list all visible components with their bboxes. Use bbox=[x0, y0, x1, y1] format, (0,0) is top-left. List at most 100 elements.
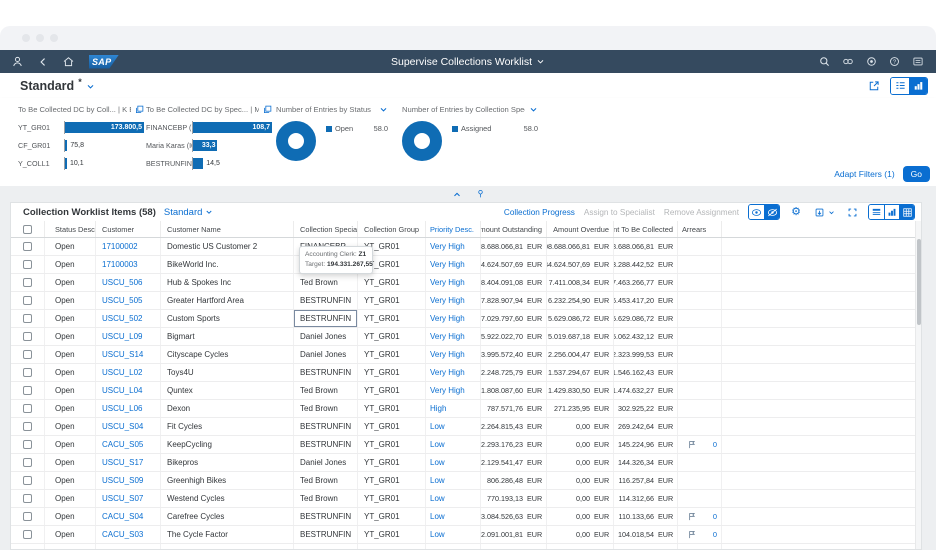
home-icon[interactable] bbox=[63, 56, 74, 67]
customer-link[interactable]: USCU_L02 bbox=[102, 368, 142, 377]
column-header[interactable]: Amount Outstanding bbox=[481, 221, 547, 237]
assign-to-specialist-button[interactable]: Assign to Specialist bbox=[584, 208, 655, 217]
grid-view-button[interactable] bbox=[899, 205, 914, 219]
variant-selector[interactable]: Standard* bbox=[20, 79, 95, 93]
fullscreen-icon[interactable] bbox=[845, 206, 859, 219]
help-icon[interactable]: ? bbox=[889, 56, 900, 67]
row-checkbox[interactable] bbox=[23, 512, 32, 521]
show-details-button[interactable] bbox=[749, 205, 764, 219]
table-rows-view-button[interactable] bbox=[869, 205, 884, 219]
back-icon[interactable] bbox=[38, 57, 48, 67]
customer-link[interactable]: USCU_S07 bbox=[102, 494, 143, 503]
bar-segment[interactable]: 108,7 bbox=[193, 122, 272, 133]
flag-icon[interactable] bbox=[688, 440, 696, 449]
export-icon[interactable] bbox=[812, 206, 826, 219]
row-checkbox[interactable] bbox=[23, 350, 32, 359]
list-view-button[interactable] bbox=[891, 78, 909, 94]
window-controls[interactable] bbox=[22, 34, 58, 42]
row-checkbox[interactable] bbox=[23, 494, 32, 503]
bar-segment[interactable] bbox=[65, 158, 67, 169]
row-checkbox[interactable] bbox=[23, 260, 32, 269]
donut-ring[interactable] bbox=[276, 121, 316, 161]
column-header[interactable]: Priority Desc. bbox=[426, 221, 481, 237]
customer-link[interactable]: USCU_506 bbox=[102, 278, 142, 287]
row-checkbox[interactable] bbox=[23, 440, 32, 449]
row-checkbox[interactable] bbox=[23, 332, 32, 341]
row-checkbox[interactable] bbox=[23, 386, 32, 395]
table-row: OpenUSCU_506Hub & Spokes IncTed BrownYT_… bbox=[11, 274, 921, 292]
column-header[interactable]: Arrears bbox=[678, 221, 722, 237]
column-header[interactable]: Amount To Be Collected bbox=[614, 221, 678, 237]
remove-assignment-button[interactable]: Remove Assignment bbox=[664, 208, 739, 217]
customer-link[interactable]: USCU_S04 bbox=[102, 422, 143, 431]
user-profile-icon[interactable] bbox=[12, 56, 23, 67]
analytics-view-button[interactable] bbox=[909, 78, 927, 94]
app-title[interactable]: Supervise Collections Worklist bbox=[391, 56, 545, 68]
hide-details-button[interactable] bbox=[764, 205, 779, 219]
row-checkbox[interactable] bbox=[23, 530, 32, 539]
collection-progress-button[interactable]: Collection Progress bbox=[504, 208, 575, 217]
row-checkbox[interactable] bbox=[23, 458, 32, 467]
column-header[interactable]: Collection Group bbox=[358, 221, 426, 237]
customer-link[interactable]: CACU_S05 bbox=[102, 440, 143, 449]
legend-label: Assigned bbox=[461, 124, 491, 133]
select-all-checkbox[interactable] bbox=[23, 225, 32, 234]
collapse-header-icon[interactable] bbox=[452, 190, 462, 199]
arrears-link[interactable]: 0 bbox=[713, 512, 717, 521]
open-in-window-icon[interactable] bbox=[135, 105, 144, 114]
export-menu-chevron-icon[interactable] bbox=[827, 206, 836, 219]
bar-segment[interactable]: 33,3 bbox=[193, 140, 217, 151]
cell-amount-to-be-collected: 302.925,22EUR bbox=[614, 400, 678, 417]
share-icon[interactable] bbox=[868, 80, 880, 92]
customer-link[interactable]: USCU_505 bbox=[102, 296, 142, 305]
open-in-window-icon[interactable] bbox=[263, 105, 272, 114]
customer-link[interactable]: USCU_L04 bbox=[102, 386, 142, 395]
flag-icon[interactable] bbox=[688, 530, 696, 539]
customer-link[interactable]: USCU_502 bbox=[102, 314, 142, 323]
notifications-icon[interactable] bbox=[912, 56, 924, 67]
column-header[interactable]: Status Description bbox=[45, 221, 96, 237]
pin-icon[interactable] bbox=[476, 189, 485, 199]
arrears-link[interactable]: 0 bbox=[713, 530, 717, 539]
customer-link[interactable]: USCU_S17 bbox=[102, 458, 143, 467]
customer-link[interactable]: USCU_L09 bbox=[102, 332, 142, 341]
bar-segment[interactable] bbox=[65, 140, 67, 151]
arrears-link[interactable]: 0 bbox=[713, 440, 717, 449]
bar-segment[interactable]: 173.800,5 bbox=[65, 122, 144, 133]
customer-link[interactable]: USCU_S14 bbox=[102, 350, 143, 359]
customer-link[interactable]: USCU_S09 bbox=[102, 476, 143, 485]
vertical-scrollbar[interactable] bbox=[915, 221, 921, 549]
copilot-icon[interactable] bbox=[842, 56, 854, 67]
row-checkbox[interactable] bbox=[23, 314, 32, 323]
go-button[interactable]: Go bbox=[903, 166, 930, 182]
adapt-filters-link[interactable]: Adapt Filters (1) bbox=[834, 169, 894, 179]
flag-icon[interactable] bbox=[688, 512, 696, 521]
cell-customer-name: Bigmart bbox=[161, 328, 294, 345]
row-checkbox[interactable] bbox=[23, 278, 32, 287]
chevron-down-icon[interactable] bbox=[529, 105, 538, 114]
bar-segment[interactable] bbox=[193, 158, 203, 169]
customer-link[interactable]: 17100002 bbox=[102, 242, 138, 251]
chevron-down-icon[interactable] bbox=[379, 105, 388, 114]
scrollbar-thumb[interactable] bbox=[917, 239, 921, 325]
table-variant-selector[interactable]: Standard bbox=[164, 207, 214, 218]
customer-link[interactable]: 17100003 bbox=[102, 260, 138, 269]
table-settings-icon[interactable]: ⚙ bbox=[789, 206, 803, 219]
row-checkbox[interactable] bbox=[23, 368, 32, 377]
row-checkbox[interactable] bbox=[23, 476, 32, 485]
column-header[interactable]: Customer Name bbox=[161, 221, 294, 237]
donut-ring[interactable] bbox=[402, 121, 442, 161]
row-checkbox[interactable] bbox=[23, 422, 32, 431]
row-checkbox[interactable] bbox=[23, 242, 32, 251]
row-checkbox[interactable] bbox=[23, 404, 32, 413]
row-checkbox[interactable] bbox=[23, 296, 32, 305]
customer-link[interactable]: CACU_S03 bbox=[102, 530, 143, 539]
column-header[interactable]: Customer bbox=[96, 221, 161, 237]
presence-icon[interactable] bbox=[866, 56, 877, 67]
customer-link[interactable]: CACU_S04 bbox=[102, 512, 143, 521]
column-header[interactable]: Amount Overdue bbox=[547, 221, 614, 237]
customer-link[interactable]: USCU_L06 bbox=[102, 404, 142, 413]
column-header[interactable]: Collection Specialist bbox=[294, 221, 358, 237]
search-icon[interactable] bbox=[819, 56, 830, 67]
chart-view-button[interactable] bbox=[884, 205, 899, 219]
